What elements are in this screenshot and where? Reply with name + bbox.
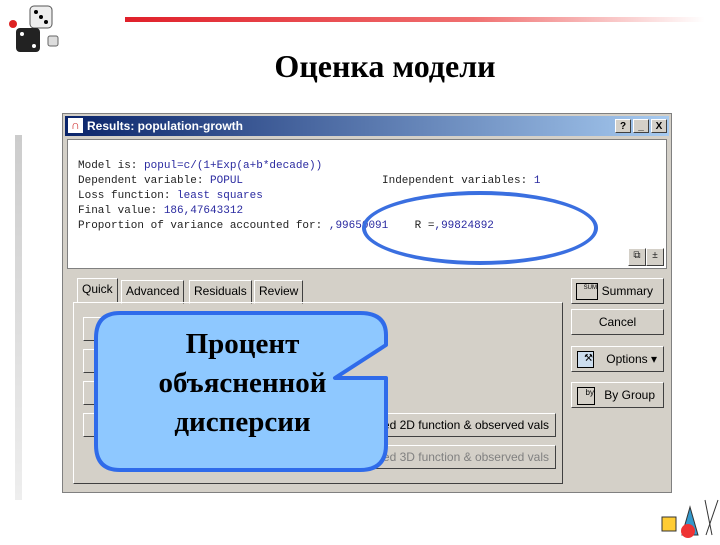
callout-text: Процент объясненной дисперсии (158, 328, 327, 438)
callout-bubble (94, 311, 388, 472)
clipart-icon (660, 495, 720, 540)
